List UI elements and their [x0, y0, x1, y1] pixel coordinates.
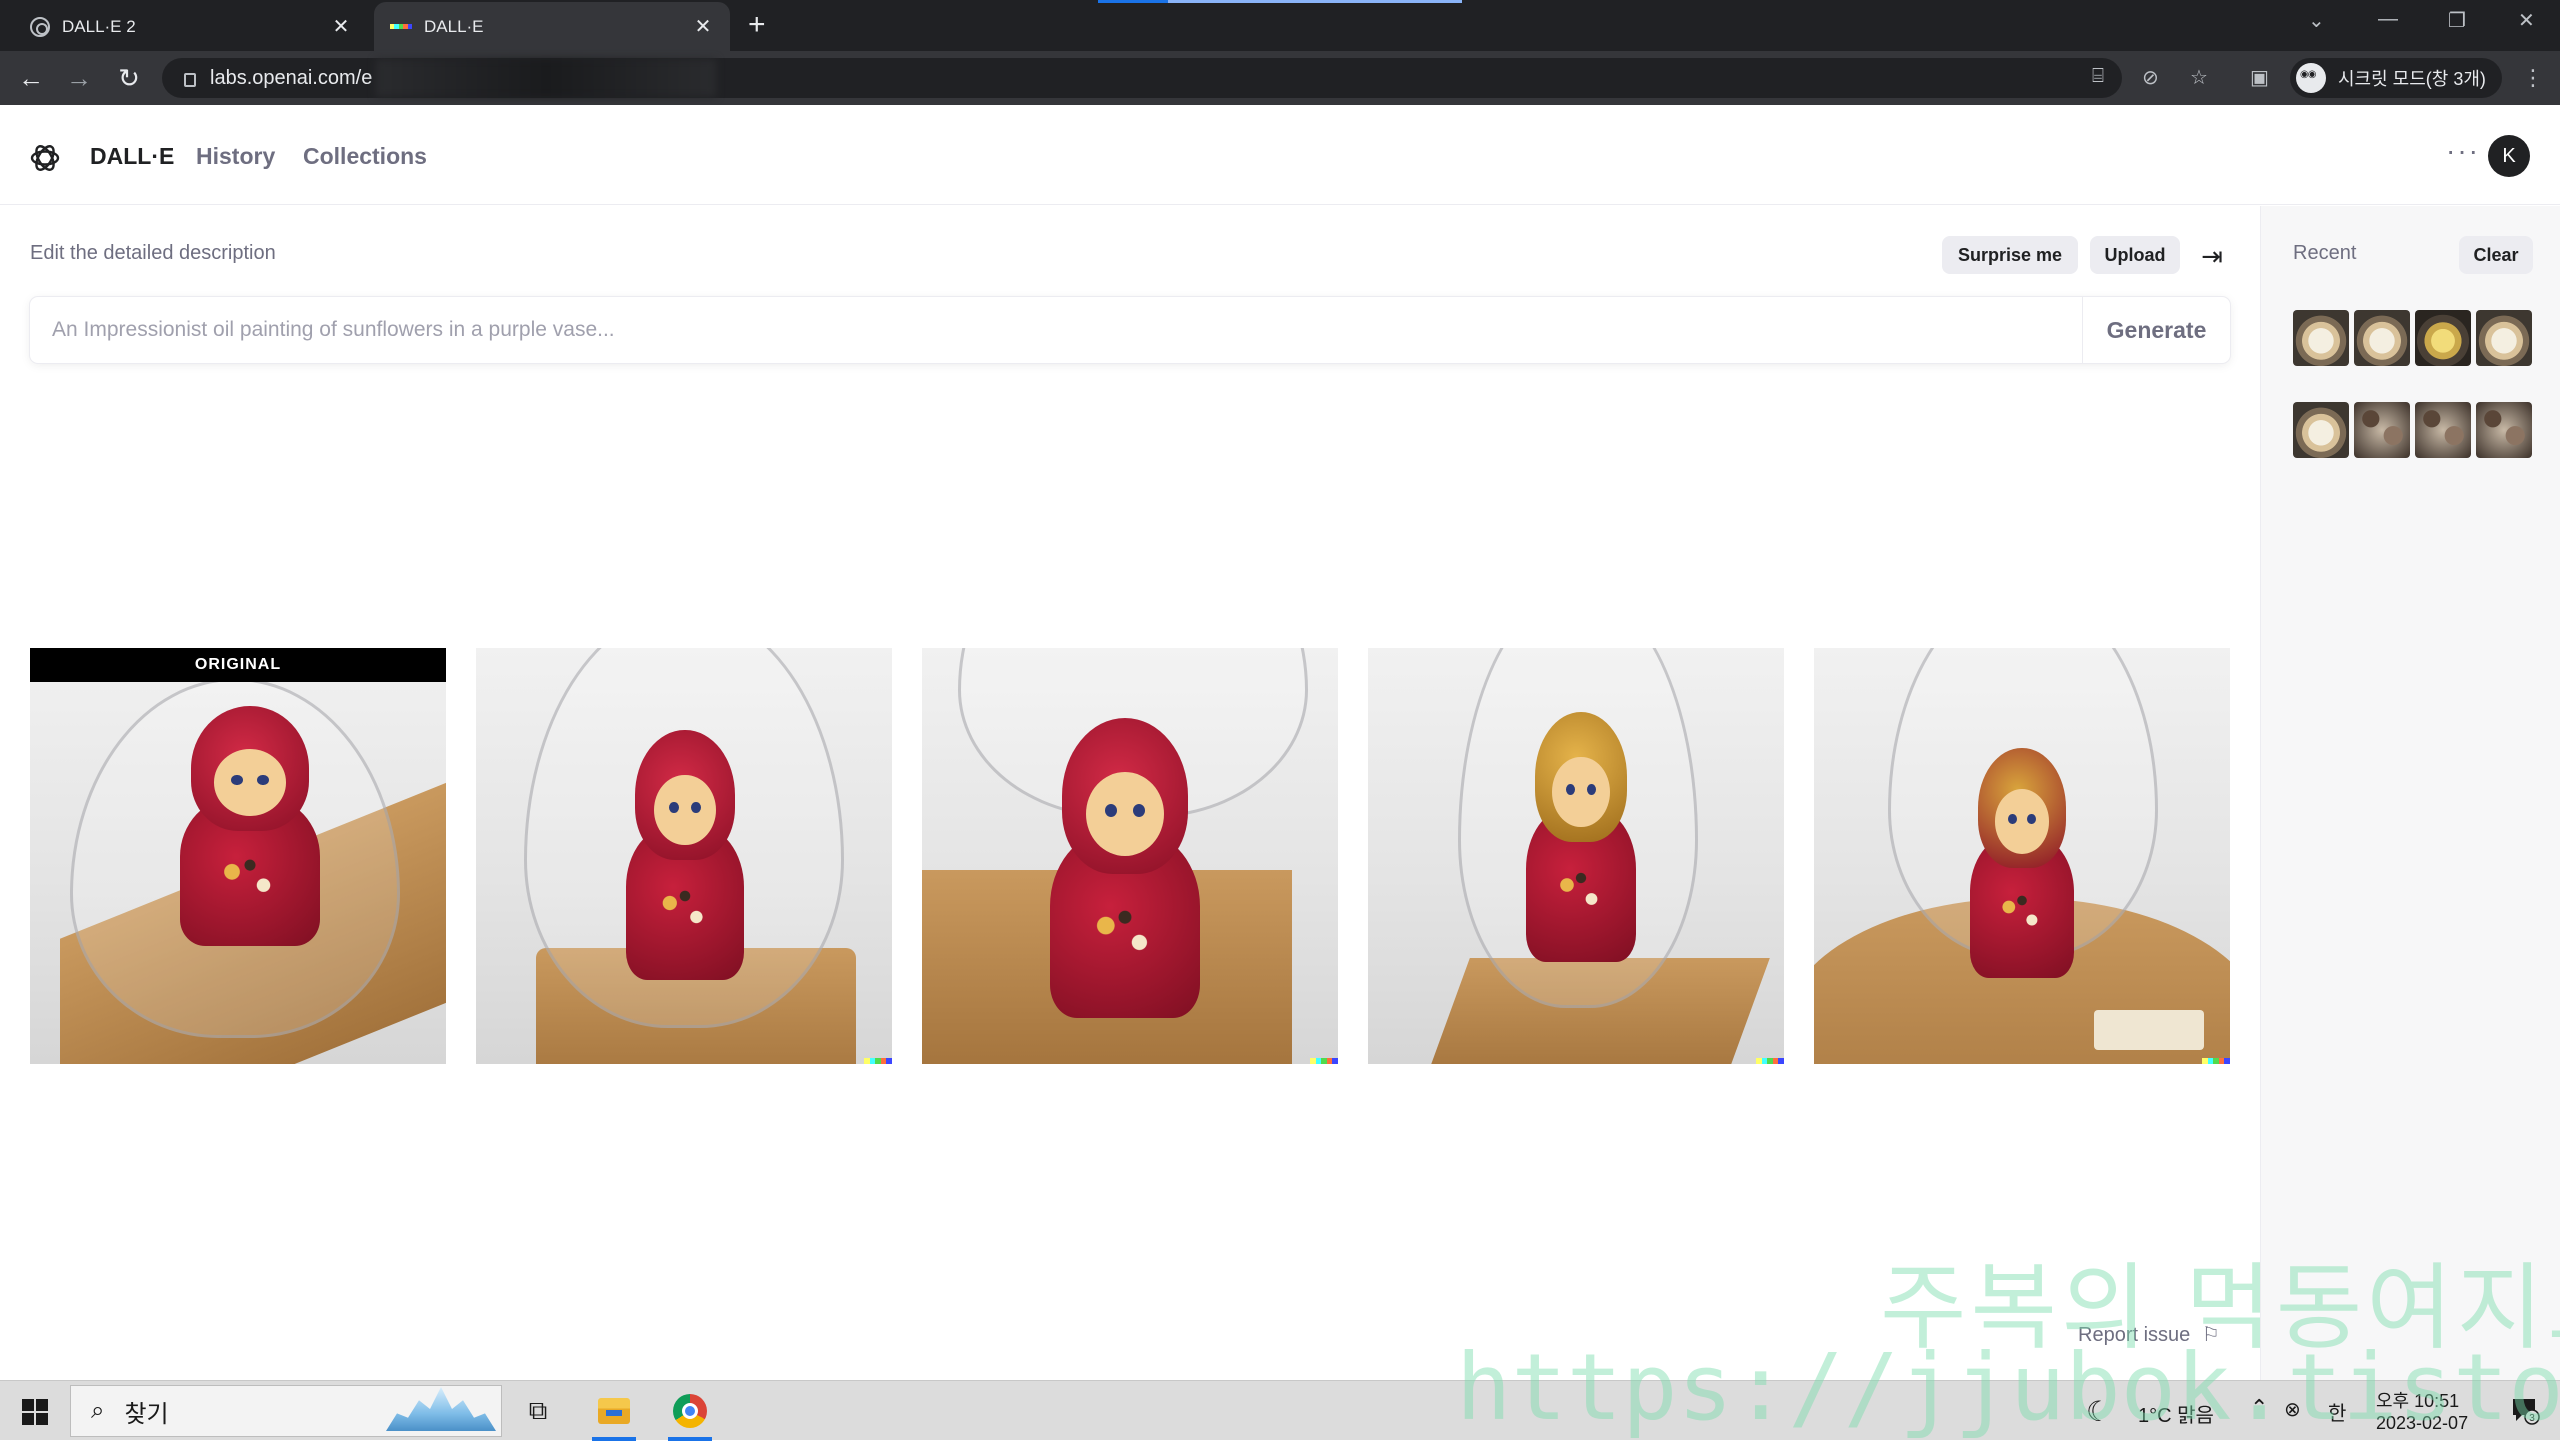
variation-image-4[interactable] [1814, 648, 2230, 1064]
tracking-blocked-eye-icon[interactable]: ⊘ [2142, 65, 2159, 90]
close-window-icon[interactable]: ✕ [2518, 8, 2535, 33]
variation-image-2[interactable] [922, 648, 1338, 1064]
reload-icon[interactable]: ↻ [114, 63, 144, 93]
openai-logo-icon[interactable] [28, 141, 62, 175]
incognito-icon [2296, 63, 2326, 93]
tab-title: DALL·E [424, 16, 484, 36]
variation-image-1[interactable] [476, 648, 892, 1064]
variation-image-3[interactable] [1368, 648, 1784, 1064]
matryoshka-doll [1970, 748, 2074, 978]
dalle-favicon-icon [390, 24, 413, 29]
side-panel-icon[interactable]: ▣ [2250, 65, 2269, 90]
translate-icon[interactable]: ⌸ [2092, 65, 2104, 88]
chrome-icon[interactable] [660, 1387, 720, 1441]
prompt-input[interactable] [52, 315, 2052, 345]
watermark-url-text: https://jjubok.tistory.com [1456, 1334, 2560, 1441]
browser-menu-icon[interactable]: ⋮ [2522, 65, 2544, 91]
original-image[interactable]: ORIGINAL [30, 648, 446, 1064]
tab-search-chevron-icon[interactable]: ⌄ [2308, 8, 2325, 33]
forward-arrow-icon[interactable]: → [64, 63, 94, 93]
recent-thumbnail[interactable] [2476, 402, 2532, 458]
minimize-window-icon[interactable]: — [2378, 8, 2398, 31]
address-bar[interactable]: labs.openai.com/e [162, 58, 2122, 98]
tab-loading-bar-progress [1098, 0, 1168, 3]
browser-tab-dalle2[interactable]: DALL·E 2 ✕ [14, 2, 368, 51]
collapse-sidebar-arrow-icon[interactable]: ⇥ [2196, 240, 2228, 272]
browser-tab-dalle[interactable]: DALL·E ✕ [374, 2, 730, 51]
generate-button[interactable]: Generate [2082, 297, 2230, 363]
recent-thumbnail[interactable] [2415, 402, 2471, 458]
dalle-signature-mark [2202, 1058, 2230, 1064]
upload-button[interactable]: Upload [2090, 236, 2180, 274]
task-view-icon[interactable]: ⧉ [508, 1387, 568, 1435]
matryoshka-doll [1526, 712, 1636, 962]
recent-thumbnail[interactable] [2293, 402, 2349, 458]
browser-tab-strip: DALL·E 2 ✕ DALL·E ✕ + ⌄ — ❐ ✕ [0, 0, 2560, 51]
taskbar-search-text: 찾기 [124, 1400, 169, 1428]
edit-description-label: Edit the detailed description [30, 242, 276, 264]
recent-thumbnail[interactable] [2354, 310, 2410, 366]
brand-name[interactable]: DALL·E [90, 143, 174, 170]
user-avatar[interactable]: K [2488, 135, 2530, 177]
recent-thumbnail[interactable] [2354, 402, 2410, 458]
matryoshka-doll [1050, 718, 1200, 1018]
back-arrow-icon[interactable]: ← [16, 63, 46, 93]
recent-panel: Recent Clear [2260, 206, 2560, 1380]
url-text: labs.openai.com/e [210, 66, 373, 89]
prompt-box: Generate [30, 297, 2230, 363]
dalle-signature-mark [1310, 1058, 1338, 1064]
nav-collections[interactable]: Collections [303, 143, 427, 170]
search-icon: ⌕ [91, 1397, 105, 1424]
paper-card [2094, 1010, 2204, 1050]
nav-history[interactable]: History [196, 143, 275, 170]
dalle-signature-mark [1756, 1058, 1784, 1064]
close-tab-icon[interactable]: ✕ [692, 14, 714, 39]
close-tab-icon[interactable]: ✕ [330, 14, 352, 39]
dalle-signature-mark [864, 1058, 892, 1064]
recent-thumbnail[interactable] [2293, 310, 2349, 366]
surprise-me-button[interactable]: Surprise me [1942, 236, 2078, 274]
clear-button[interactable]: Clear [2459, 236, 2533, 274]
original-badge: ORIGINAL [30, 648, 446, 682]
app-header: DALL·E History Collections ··· K [0, 105, 2560, 205]
matryoshka-doll [626, 730, 744, 980]
matryoshka-doll [180, 706, 320, 946]
blurred-url-region [376, 59, 717, 97]
restore-window-icon[interactable]: ❐ [2448, 8, 2466, 33]
recent-thumbnail[interactable] [2476, 310, 2532, 366]
bookmark-star-icon[interactable]: ☆ [2190, 65, 2208, 90]
openai-favicon-icon [30, 16, 50, 37]
lock-icon [184, 73, 196, 87]
file-explorer-icon[interactable] [584, 1387, 644, 1441]
tab-title: DALL·E 2 [62, 16, 136, 36]
profile-label: 시크릿 모드(창 3개) [2338, 69, 2486, 89]
recent-title: Recent [2293, 242, 2357, 264]
incognito-profile-chip[interactable]: 시크릿 모드(창 3개) [2290, 58, 2502, 98]
browser-toolbar: ← → ↻ labs.openai.com/e ⌸ ⊘ ☆ ▣ 시크릿 모드(창… [0, 51, 2560, 105]
windows-start-icon[interactable] [22, 1399, 48, 1425]
new-tab-icon[interactable]: + [748, 10, 766, 40]
recent-thumbnail[interactable] [2415, 310, 2471, 366]
more-horizontal-icon[interactable]: ··· [2446, 135, 2480, 167]
